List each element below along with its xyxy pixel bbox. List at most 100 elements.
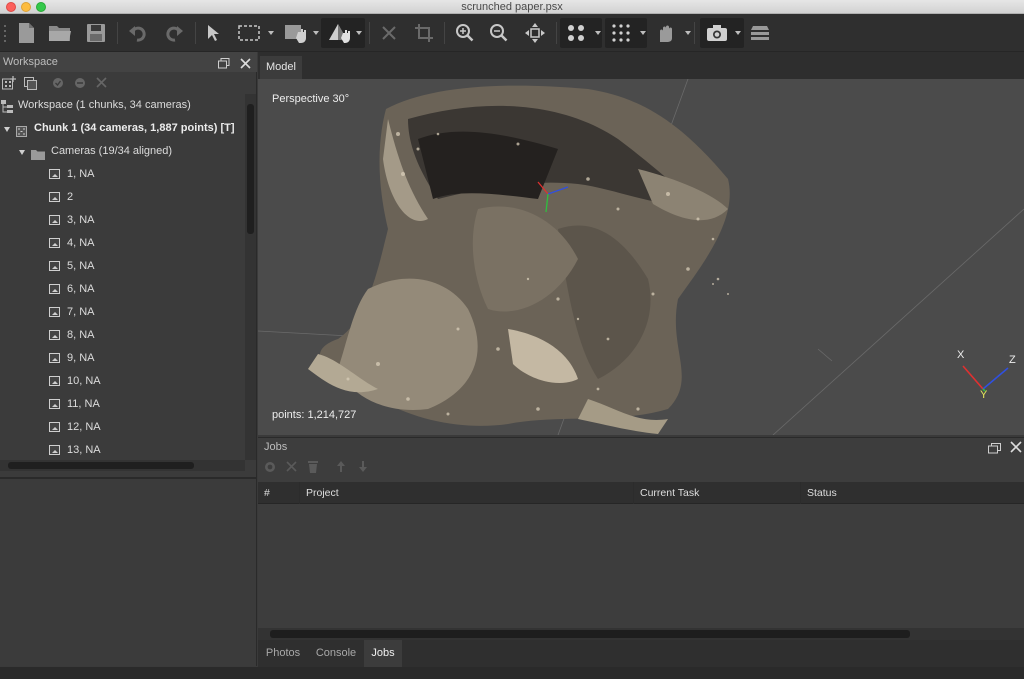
shading-dropdown-icon[interactable] xyxy=(356,31,362,35)
mesh-dropdown-icon[interactable] xyxy=(685,31,691,35)
tree-item-chunk[interactable]: Chunk 1 (34 cameras, 1,887 points) [T] xyxy=(0,117,244,140)
points-count: points: 1,214,727 xyxy=(272,409,357,421)
disable-icon[interactable] xyxy=(74,77,86,92)
camera-item[interactable]: 5, NA xyxy=(0,255,244,278)
tree-vertical-scrollbar[interactable] xyxy=(245,94,256,460)
camera-label: 8, NA xyxy=(67,329,95,341)
status-bar xyxy=(0,667,1024,679)
camera-item[interactable]: 7, NA xyxy=(0,301,244,324)
photo-icon xyxy=(49,169,60,179)
point-cloud-render xyxy=(258,79,1024,435)
shading-mode-icon[interactable] xyxy=(323,20,355,46)
photo-icon xyxy=(49,215,60,225)
move-down-icon[interactable] xyxy=(358,460,368,476)
tree-item-label: Cameras (19/34 aligned) xyxy=(51,145,173,157)
camera-item[interactable]: 2 xyxy=(0,186,244,209)
tree-horizontal-scrollbar[interactable] xyxy=(0,460,245,471)
camera-item[interactable]: 10, NA xyxy=(0,370,244,393)
save-icon[interactable] xyxy=(82,20,110,46)
jobs-panel: Jobs # Project Current Task Status xyxy=(258,437,1024,640)
camera-label: 9, NA xyxy=(67,352,95,364)
column-header-project[interactable]: Project xyxy=(300,482,634,504)
zoom-in-icon[interactable] xyxy=(452,20,478,46)
camera-item[interactable]: 3, NA xyxy=(0,209,244,232)
column-header-number[interactable]: # xyxy=(258,482,300,504)
zoom-out-icon[interactable] xyxy=(486,20,512,46)
dense-cloud-dropdown-icon[interactable] xyxy=(640,31,646,35)
cancel-job-icon[interactable] xyxy=(286,461,297,475)
expand-arrow-icon[interactable] xyxy=(4,127,10,132)
delete-icon[interactable] xyxy=(376,20,402,46)
toolbar-grip[interactable] xyxy=(2,20,8,46)
navigation-dropdown-icon[interactable] xyxy=(313,31,319,35)
camera-label: 11, NA xyxy=(67,398,100,410)
camera-item[interactable]: 13, NA xyxy=(0,439,244,460)
selection-dropdown-icon[interactable] xyxy=(268,31,274,35)
navigation-hand-icon[interactable] xyxy=(280,20,312,46)
workspace-header: Workspace xyxy=(0,52,257,72)
add-chunk-icon[interactable] xyxy=(2,76,16,93)
expand-arrow-icon[interactable] xyxy=(19,150,25,155)
camera-item[interactable]: 4, NA xyxy=(0,232,244,255)
tab-console[interactable]: Console xyxy=(308,640,364,667)
camera-label: 2 xyxy=(67,191,74,203)
camera-label: 1, NA xyxy=(67,168,95,180)
mesh-shaded-icon[interactable] xyxy=(652,20,682,46)
photo-icon xyxy=(49,376,60,386)
photo-icon xyxy=(49,238,60,248)
axis-y-label: Y xyxy=(980,389,988,401)
undo-icon[interactable] xyxy=(124,20,152,46)
move-object-icon[interactable] xyxy=(521,20,549,46)
scrollbar-thumb[interactable] xyxy=(270,630,910,638)
camera-item[interactable]: 9, NA xyxy=(0,347,244,370)
camera-dropdown-icon[interactable] xyxy=(735,31,741,35)
tab-photos[interactable]: Photos xyxy=(258,640,308,667)
open-folder-icon[interactable] xyxy=(46,20,74,46)
photo-icon xyxy=(49,284,60,294)
camera-icon[interactable] xyxy=(702,20,732,46)
enable-icon[interactable] xyxy=(52,77,64,92)
tree-item-cameras[interactable]: Cameras (19/34 aligned) xyxy=(0,140,244,163)
pointer-icon[interactable] xyxy=(200,20,226,46)
camera-item[interactable]: 6, NA xyxy=(0,278,244,301)
workspace-panel: Workspace Workspace (1 chunks, 34 camera… xyxy=(0,52,257,477)
remove-items-icon[interactable] xyxy=(96,77,107,91)
camera-item[interactable]: 8, NA xyxy=(0,324,244,347)
redo-icon[interactable] xyxy=(160,20,188,46)
rectangle-selection-icon[interactable] xyxy=(233,20,265,46)
dense-cloud-icon[interactable] xyxy=(607,20,635,46)
jobs-title: Jobs xyxy=(264,441,288,453)
window-title: scrunched paper.psx xyxy=(461,1,563,13)
layers-icon[interactable] xyxy=(746,20,774,46)
trash-icon[interactable] xyxy=(307,460,319,476)
camera-item[interactable]: 12, NA xyxy=(0,416,244,439)
add-photos-icon[interactable] xyxy=(23,76,37,93)
workspace-tree: Workspace (1 chunks, 34 cameras) Chunk 1… xyxy=(0,94,244,460)
photo-icon xyxy=(49,422,60,432)
camera-label: 6, NA xyxy=(67,283,95,295)
new-document-icon[interactable] xyxy=(13,20,39,46)
tab-jobs[interactable]: Jobs xyxy=(364,640,402,667)
column-header-current-task[interactable]: Current Task xyxy=(634,482,801,504)
crop-icon[interactable] xyxy=(410,20,438,46)
scrollbar-thumb[interactable] xyxy=(8,462,194,469)
model-viewport[interactable]: Perspective 30° points: 1,214,727 X Z Y xyxy=(258,79,1024,435)
tab-model[interactable]: Model xyxy=(260,56,302,79)
point-cloud-dropdown-icon[interactable] xyxy=(595,31,601,35)
camera-item[interactable]: 1, NA xyxy=(0,163,244,186)
axis-x-label: X xyxy=(957,349,965,361)
camera-label: 12, NA xyxy=(67,421,101,433)
move-up-icon[interactable] xyxy=(336,460,346,476)
start-job-icon[interactable] xyxy=(264,461,276,476)
point-cloud-icon[interactable] xyxy=(562,20,590,46)
model-tab-bar: Model xyxy=(258,52,1024,79)
scrollbar-thumb[interactable] xyxy=(247,104,254,234)
jobs-horizontal-scrollbar[interactable] xyxy=(258,628,1024,640)
photo-icon xyxy=(49,399,60,409)
tree-item-workspace[interactable]: Workspace (1 chunks, 34 cameras) xyxy=(0,94,244,117)
camera-item[interactable]: 11, NA xyxy=(0,393,244,416)
tree-item-label: Chunk 1 (34 cameras, 1,887 points) [T] xyxy=(34,122,235,134)
column-header-status[interactable]: Status xyxy=(801,482,1024,504)
jobs-header: Jobs xyxy=(258,438,1024,456)
jobs-table-body xyxy=(258,504,1024,628)
